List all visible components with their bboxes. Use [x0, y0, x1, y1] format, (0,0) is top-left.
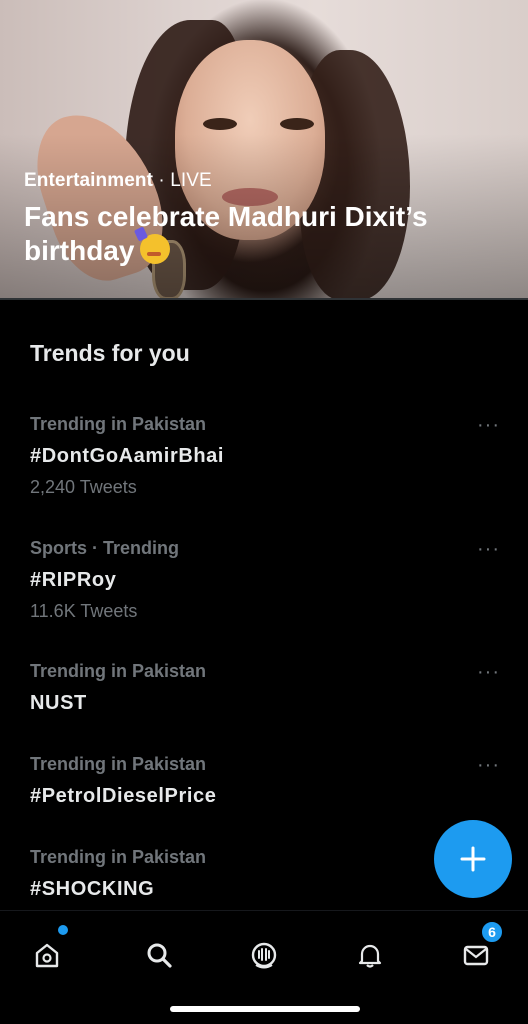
- trend-hero-card[interactable]: Entertainment · LIVE Fans celebrate Madh…: [0, 0, 528, 298]
- trend-name: NUST: [30, 692, 87, 714]
- trend-item[interactable]: Trending in Pakistan #PetrolDieselPrice …: [30, 754, 500, 808]
- spaces-icon: [251, 942, 277, 969]
- trend-item[interactable]: Trending in Pakistan NUST ···: [30, 661, 500, 715]
- plus-icon: [460, 846, 486, 872]
- tab-notifications[interactable]: [348, 933, 392, 977]
- tab-search[interactable]: [137, 933, 181, 977]
- trend-item[interactable]: Sports · Trending #RIPRoy 11.6K Tweets ·…: [30, 538, 500, 622]
- tab-spaces[interactable]: [242, 933, 286, 977]
- hero-category-line: Entertainment · LIVE: [24, 170, 494, 192]
- more-options-icon[interactable]: ···: [477, 661, 500, 684]
- trend-meta: Trending in Pakistan: [30, 754, 207, 774]
- hero-separator: ·: [153, 170, 171, 191]
- trend-name: #SHOCKING: [30, 878, 155, 900]
- home-indicator[interactable]: [170, 1006, 360, 1012]
- trend-meta: Trending in Pakistan: [30, 661, 207, 681]
- hero-live-status: LIVE: [170, 170, 212, 191]
- trend-item[interactable]: Trending in Pakistan #SHOCKING: [30, 847, 500, 901]
- trend-count: 2,240 Tweets: [30, 477, 137, 497]
- hero-text: Entertainment · LIVE Fans celebrate Madh…: [24, 170, 494, 268]
- compose-tweet-button[interactable]: [434, 820, 512, 898]
- messages-badge: 6: [480, 920, 504, 944]
- section-title: Trends for you: [30, 340, 190, 366]
- trend-name: #PetrolDieselPrice: [30, 785, 217, 807]
- home-icon: [35, 943, 59, 968]
- hero-category: Entertainment: [24, 170, 154, 191]
- tab-home[interactable]: [25, 933, 69, 977]
- more-options-icon[interactable]: ···: [477, 414, 500, 437]
- search-icon: [147, 943, 172, 968]
- divider: [0, 298, 528, 300]
- trend-meta: Trending in Pakistan: [30, 847, 207, 867]
- messages-icon: [463, 945, 489, 966]
- trend-name: #DontGoAamirBhai: [30, 445, 225, 467]
- trend-meta: Trending in Pakistan: [30, 414, 207, 434]
- more-options-icon[interactable]: ···: [477, 538, 500, 561]
- home-notification-dot: [58, 925, 68, 935]
- trend-meta: Sports · Trending: [30, 538, 180, 558]
- trend-name: #RIPRoy: [30, 569, 117, 591]
- trend-item[interactable]: Trending in Pakistan #DontGoAamirBhai 2,…: [30, 414, 500, 498]
- trend-count: 11.6K Tweets: [30, 601, 138, 621]
- partying-face-emoji-icon: [140, 234, 171, 264]
- hero-title: Fans celebrate Madhuri Dixit’s birthday: [24, 201, 428, 266]
- notifications-icon: [358, 944, 382, 968]
- more-options-icon[interactable]: ···: [477, 754, 500, 777]
